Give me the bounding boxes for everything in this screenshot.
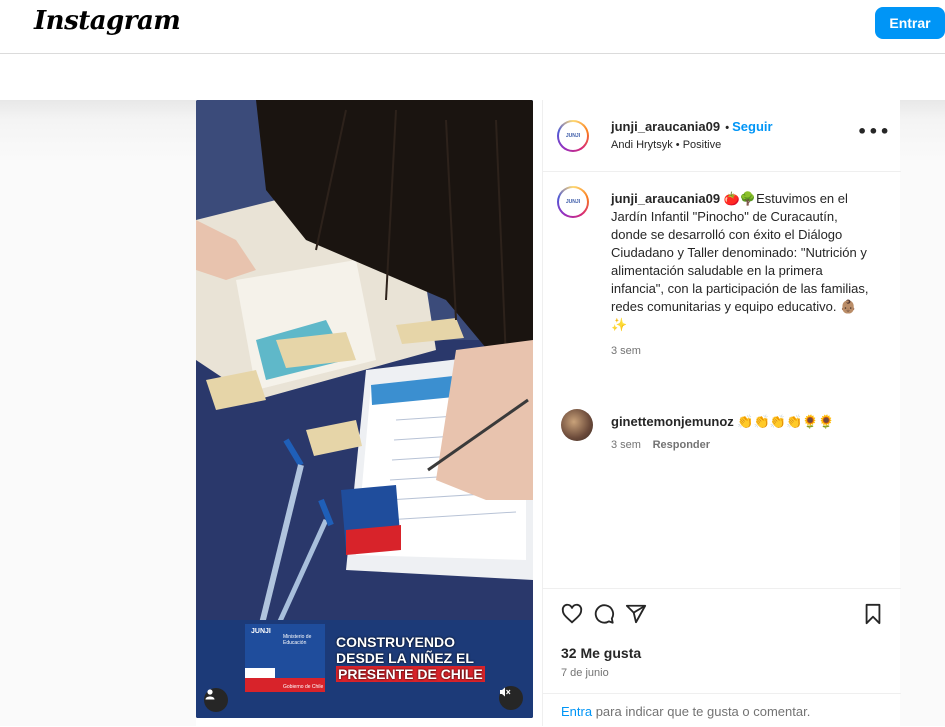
reply-button[interactable]: Responder — [653, 439, 710, 451]
author-line: junji_araucania09 • Seguir — [611, 116, 773, 135]
mute-icon[interactable] — [499, 686, 523, 710]
author-username[interactable]: junji_araucania09 — [611, 119, 720, 134]
logo-ministry-text: Ministerio de Educación — [283, 634, 312, 646]
caption-username[interactable]: junji_araucania09 — [611, 191, 720, 206]
comment-text: 👏👏👏👏🌻🌻 — [737, 414, 835, 429]
video-banner-text: CONSTRUYENDO DESDE LA NIÑEZ EL PRESENTE … — [336, 634, 485, 682]
commenter-avatar[interactable] — [561, 409, 593, 441]
caption-time[interactable]: 3 sem — [611, 342, 871, 360]
post-caption: junji_araucania09 🍅🌳Estuvimos en el Jard… — [611, 190, 871, 360]
bookmark-icon[interactable] — [863, 603, 883, 629]
follow-button[interactable]: Seguir — [732, 119, 772, 134]
top-navigation-bar: Instagram Entrar — [0, 0, 945, 54]
login-link[interactable]: Entra — [561, 704, 592, 719]
author-avatar-text: JUNJI — [565, 133, 581, 139]
junji-logo: JUNJI Ministerio de Educación Gobierno d… — [245, 624, 325, 692]
logo-brand-text: JUNJI — [251, 628, 271, 635]
logo-gov-text: Gobierno de Chile — [283, 684, 324, 690]
more-horizontal-icon[interactable]: ••• — [857, 122, 891, 141]
caption-avatar[interactable]: JUNJI — [557, 186, 589, 218]
author-avatar[interactable]: JUNJI — [557, 120, 589, 152]
post-header: JUNJI junji_araucania09 • Seguir Andi Hr… — [543, 100, 901, 172]
send-icon[interactable] — [625, 603, 647, 629]
comment-icon[interactable] — [593, 603, 615, 629]
comment-item: ginettemonjemunoz 👏👏👏👏🌻🌻 3 sem Responder — [611, 413, 881, 454]
post-container: JUNJI Ministerio de Educación Gobierno d… — [196, 100, 901, 726]
instagram-logo[interactable]: Instagram — [34, 6, 181, 36]
comment-username[interactable]: ginettemonjemunoz — [611, 414, 734, 429]
login-button[interactable]: Entrar — [875, 7, 945, 39]
post-date[interactable]: 7 de junio — [561, 667, 609, 679]
caption-text: 🍅🌳Estuvimos en el Jardín Infantil "Pinoc… — [611, 191, 869, 332]
login-prompt-text: para indicar que te gusta o comentar. — [592, 704, 811, 719]
banner-line-2: DESDE LA NIÑEZ EL — [336, 650, 474, 666]
likes-count[interactable]: 32 Me gusta — [561, 645, 641, 661]
post-video[interactable]: JUNJI Ministerio de Educación Gobierno d… — [196, 100, 533, 718]
banner-line-3: PRESENTE DE CHILE — [336, 666, 485, 682]
banner-line-1: CONSTRUYENDO — [336, 634, 456, 650]
post-actions: 32 Me gusta 7 de junio Entra para indica… — [543, 588, 901, 726]
comment-time[interactable]: 3 sem — [611, 439, 641, 451]
flag-white — [245, 668, 275, 678]
login-prompt: Entra para indicar que te gusta o coment… — [543, 693, 901, 727]
heart-icon[interactable] — [561, 603, 583, 629]
audio-line[interactable]: Andi Hrytsyk • Positive — [611, 139, 721, 151]
post-sidebar: JUNJI junji_araucania09 • Seguir Andi Hr… — [542, 100, 901, 726]
comment-meta: 3 sem Responder — [611, 435, 881, 454]
user-icon[interactable] — [204, 688, 228, 712]
caption-avatar-text: JUNJI — [565, 199, 581, 205]
